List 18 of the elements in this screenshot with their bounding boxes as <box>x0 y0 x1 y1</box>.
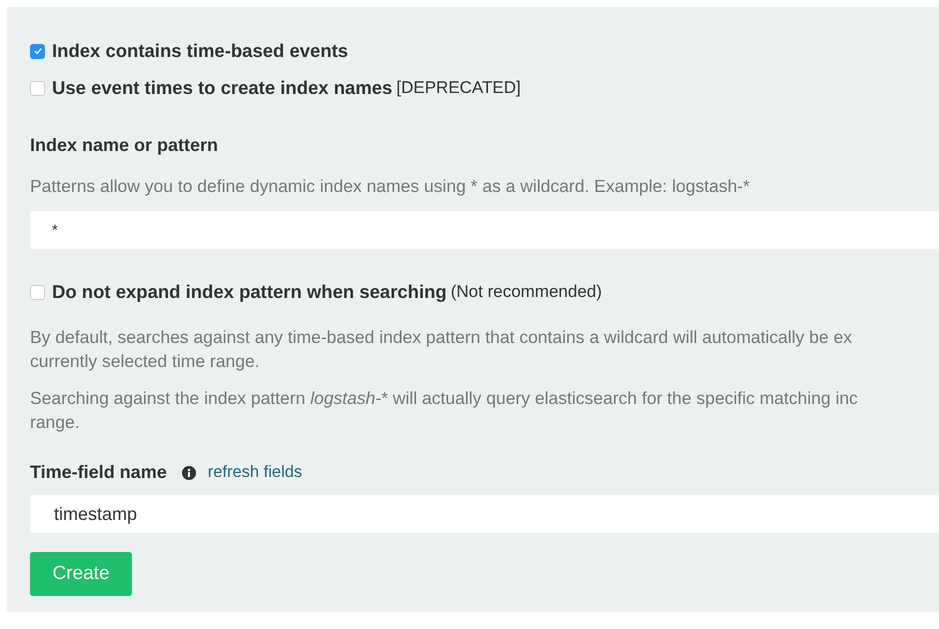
help-text: Patterns allow you to define dynamic index names using * as a wildcard. Example: logstash-* <box>30 176 751 197</box>
refresh-fields-link[interactable]: refresh fields <box>208 463 302 482</box>
field-label: Time-field name <box>30 462 167 483</box>
recommendation-note: (Not recommended) <box>450 282 602 302</box>
paragraph: Searching against the index pattern logstash-* will actually query elasticsearch for the specific matching inc range. <box>30 387 859 434</box>
checkbox[interactable] <box>30 44 45 58</box>
checkbox-label: Index contains time-based events <box>52 40 348 62</box>
field-label: Index name or pattern <box>30 135 220 156</box>
paragraph: By default, searches against any time-based index pattern that contains a wildcard will automatically be ex currently selected time range. <box>30 326 853 373</box>
checkbox-label: Use event times to create index names <box>52 77 392 99</box>
deprecated-note: [DEPRECATED] <box>396 78 521 98</box>
checkbox[interactable] <box>30 80 45 96</box>
check-icon <box>32 46 42 56</box>
checkbox[interactable] <box>30 284 45 300</box>
input-field[interactable]: timestamp <box>30 495 939 533</box>
checkbox-label: Do not expand index pattern when searching <box>52 281 447 303</box>
input-field[interactable]: * <box>30 211 939 249</box>
info-icon[interactable] <box>182 466 196 480</box>
